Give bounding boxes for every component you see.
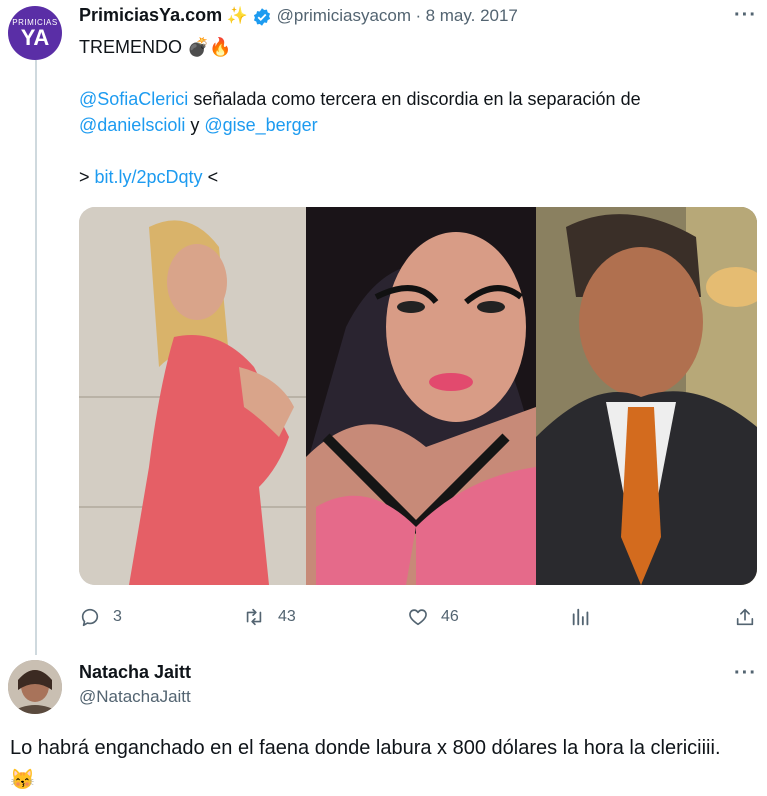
media-photo-man-suit[interactable] xyxy=(536,207,757,585)
verified-badge-icon xyxy=(254,8,271,26)
like-icon xyxy=(409,609,427,626)
tweet-link[interactable]: bit.ly/2pcDqty xyxy=(95,167,203,187)
tweet-line-2-text: señalada como tercera en discordia en la… xyxy=(188,89,641,109)
reply-count: 3 xyxy=(113,608,122,625)
header-separator: · xyxy=(415,6,422,25)
mention-danielscioli[interactable]: @danielscioli xyxy=(79,115,185,135)
tweet-body: TREMENDO 💣🔥 @SofiaClerici señalada como … xyxy=(79,34,749,190)
sparkles-emoji: ✨ xyxy=(226,6,248,25)
tweet-line-2: @SofiaClerici señalada como tercera en d… xyxy=(79,86,749,112)
share-action[interactable] xyxy=(734,606,756,628)
photo-pink-dress-illustration xyxy=(79,207,306,585)
author-handle[interactable]: @primiciasyacom xyxy=(277,6,411,25)
retweet-action[interactable]: 43 xyxy=(242,606,296,628)
views-icon xyxy=(572,608,589,626)
reply-text: Lo habrá enganchado en el faena donde la… xyxy=(10,737,721,791)
reply-action[interactable]: 3 xyxy=(79,606,122,628)
reply-icon xyxy=(81,608,99,627)
tweet-date[interactable]: 8 may. 2017 xyxy=(426,6,518,25)
link-suffix: < xyxy=(202,167,219,187)
link-prefix: > xyxy=(79,167,95,187)
natacha-avatar-illustration xyxy=(8,660,62,714)
retweet-count: 43 xyxy=(278,608,296,625)
mention-sofiaclerici[interactable]: @SofiaClerici xyxy=(79,89,188,109)
reply-header: Natacha Jaitt @NatachaJaitt xyxy=(79,662,191,707)
photo-selfie-illustration xyxy=(306,207,536,585)
media-photo-selfie[interactable] xyxy=(306,207,536,585)
retweet-icon xyxy=(246,608,262,626)
natacha-avatar[interactable] xyxy=(8,660,62,714)
avatar-text-big: YA xyxy=(20,24,50,50)
like-count: 46 xyxy=(441,608,459,625)
reply-author-name[interactable]: Natacha Jaitt xyxy=(79,662,191,683)
conjunction: y xyxy=(185,115,205,135)
primiciasya-avatar[interactable]: PRIMICIAS YA xyxy=(8,6,62,60)
more-icon[interactable]: ··· xyxy=(734,4,757,27)
reply-more-icon[interactable]: ··· xyxy=(734,662,757,685)
tweet-line-3: @danielscioli y @gise_berger xyxy=(79,112,749,138)
media-photo-woman-pink-dress[interactable] xyxy=(79,207,306,585)
thread-connector-line xyxy=(35,60,37,655)
tweet-header: PrimiciasYa.com ✨ @primiciasyacom · 8 ma… xyxy=(79,5,518,27)
reply-author-handle[interactable]: @NatachaJaitt xyxy=(79,687,191,707)
share-icon xyxy=(736,608,754,626)
author-name[interactable]: PrimiciasYa.com xyxy=(79,5,222,25)
views-action[interactable] xyxy=(570,606,592,628)
mention-gise-berger[interactable]: @gise_berger xyxy=(204,115,317,135)
like-action[interactable]: 46 xyxy=(407,606,459,628)
tweet-media[interactable] xyxy=(79,207,757,585)
tweet-line-1: TREMENDO 💣🔥 xyxy=(79,37,232,57)
tweet-line-4: > bit.ly/2pcDqty < xyxy=(79,164,749,190)
photo-man-suit-illustration xyxy=(536,207,757,585)
